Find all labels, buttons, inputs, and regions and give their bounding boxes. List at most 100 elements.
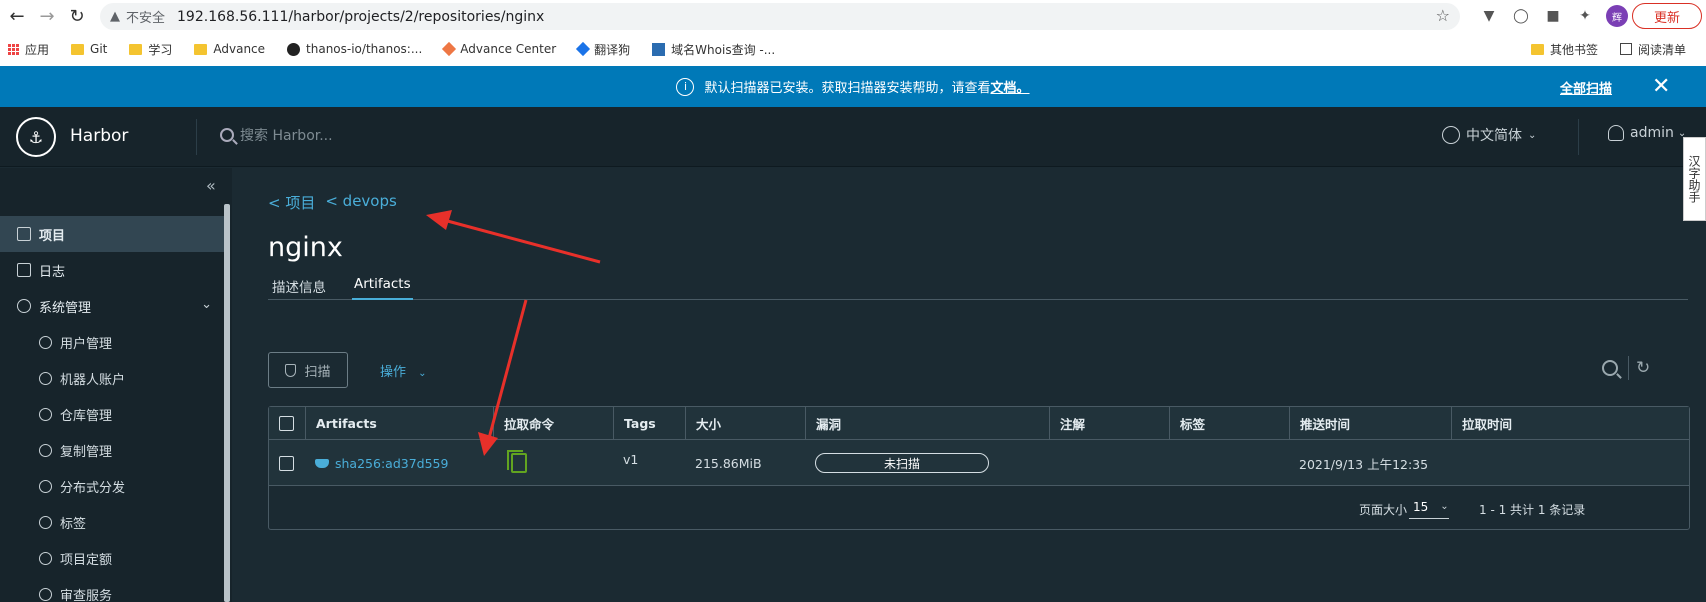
tab-artifacts[interactable]: Artifacts xyxy=(352,276,413,300)
advance-center-icon xyxy=(442,41,457,57)
profile-avatar[interactable]: 辉 xyxy=(1606,5,1628,27)
extension-icons: ▼ ◯ ■ ✦ 辉 xyxy=(1478,5,1628,27)
breadcrumb-devops[interactable]: < devops xyxy=(325,192,396,213)
sidebar-item-registries[interactable]: 仓库管理 xyxy=(0,396,224,432)
row-checkbox[interactable] xyxy=(279,455,294,471)
column-header[interactable]: 注解 xyxy=(1049,407,1169,440)
search-icon[interactable] xyxy=(1602,360,1618,376)
tab-bar: 描述信息 Artifacts xyxy=(268,276,1688,300)
harbor-logo-icon[interactable]: ⚓ xyxy=(16,117,56,157)
column-header[interactable]: Tags xyxy=(613,407,685,440)
close-icon[interactable]: ✕ xyxy=(1652,74,1670,99)
global-search[interactable]: 搜索 Harbor... xyxy=(220,125,333,145)
extension-icon[interactable]: ◯ xyxy=(1510,5,1532,27)
row-select-cell xyxy=(269,440,305,486)
bookmark-apps[interactable]: 应用 xyxy=(8,41,49,58)
copy-icon[interactable] xyxy=(507,450,527,473)
column-header[interactable]: 漏洞 xyxy=(805,407,1049,440)
sidebar-item-distributions[interactable]: 分布式分发 xyxy=(0,468,224,504)
status-badge: 未扫描 xyxy=(815,453,989,473)
bookmark-reading-list[interactable]: 阅读清单 xyxy=(1619,41,1686,58)
select-all-checkbox[interactable] xyxy=(279,416,294,431)
sidebar-item-projects[interactable]: 项目 xyxy=(0,216,224,252)
breadcrumb-projects[interactable]: < 项目 xyxy=(268,192,315,213)
floating-side-tab[interactable]: 汉字助手 xyxy=(1683,137,1706,221)
shield-icon xyxy=(39,587,52,601)
pagination-summary: 1 - 1 共计 1 条记录 xyxy=(1479,503,1586,517)
users-icon xyxy=(39,335,52,349)
folder-icon xyxy=(1530,43,1544,55)
sidebar-item-labels[interactable]: 标签 xyxy=(0,504,224,540)
sidebar-item-replications[interactable]: 复制管理 xyxy=(0,432,224,468)
whois-icon xyxy=(652,42,666,56)
sidebar-item-interrogation[interactable]: 审查服务 xyxy=(0,576,224,602)
docker-icon xyxy=(315,458,329,468)
sidebar-item-users[interactable]: 用户管理 xyxy=(0,324,224,360)
scan-button[interactable]: 扫描 xyxy=(268,352,348,388)
apps-grid-icon xyxy=(8,43,19,55)
banner-docs-link[interactable]: 文档。 xyxy=(991,77,1030,96)
logs-icon xyxy=(17,263,31,277)
bookmark-study[interactable]: 学习 xyxy=(129,41,172,58)
scanner-info-banner: i 默认扫描器已安装。获取扫描器安装帮助，请查看 文档。 全部扫描 ✕ xyxy=(0,66,1706,107)
vue-devtools-icon[interactable]: ▼ xyxy=(1478,5,1500,27)
bookmark-thanos[interactable]: thanos-io/thanos:... xyxy=(287,42,422,56)
language-selector[interactable]: 中文简体 ⌄ xyxy=(1442,125,1536,145)
brand-name[interactable]: Harbor xyxy=(70,126,128,146)
sidebar-item-quotas[interactable]: 项目定额 xyxy=(0,540,224,576)
shield-icon xyxy=(285,363,297,377)
reload-icon[interactable]: ↻ xyxy=(64,4,90,30)
extension-icon[interactable]: ■ xyxy=(1542,5,1564,27)
bookmark-fanyigou[interactable]: 翻译狗 xyxy=(576,41,630,58)
sidebar-item-logs[interactable]: 日志 xyxy=(0,252,224,288)
breadcrumb: < 项目 < devops xyxy=(268,192,397,213)
admin-icon xyxy=(17,299,31,313)
user-icon xyxy=(1608,125,1624,141)
user-menu[interactable]: admin ⌄ xyxy=(1608,125,1686,141)
actions-dropdown[interactable]: 操作 ⌄ xyxy=(380,361,427,380)
bookmark-advance[interactable]: Advance xyxy=(194,42,265,56)
header-divider xyxy=(196,119,197,155)
artifact-cell: sha256:ad37d559 xyxy=(305,440,493,486)
bookmark-git[interactable]: Git xyxy=(71,42,107,56)
column-header[interactable]: 标签 xyxy=(1169,407,1289,440)
translate-icon xyxy=(576,41,591,57)
search-input[interactable]: 搜索 Harbor... xyxy=(240,125,333,145)
refresh-icon[interactable]: ↻ xyxy=(1636,358,1650,378)
info-icon: i xyxy=(676,77,695,96)
scan-all-link[interactable]: 全部扫描 xyxy=(1560,78,1612,97)
page-title: nginx xyxy=(268,232,343,263)
page-size-label: 页面大小 xyxy=(1359,503,1408,517)
column-header[interactable]: 拉取命令 xyxy=(493,407,613,440)
page-size-select[interactable]: 15 ⌄ xyxy=(1409,495,1449,519)
omnibox[interactable]: ▲ 不安全 192.168.56.111/harbor/projects/2/r… xyxy=(100,3,1460,30)
back-arrow-icon[interactable]: ← xyxy=(4,4,30,30)
sidebar-item-robot-accounts[interactable]: 机器人账户 xyxy=(0,360,224,396)
artifact-digest-link[interactable]: sha256:ad37d559 xyxy=(335,456,448,471)
column-header[interactable]: 大小 xyxy=(685,407,805,440)
grid-header: Artifacts 拉取命令 Tags 大小 漏洞 注解 标签 推送时间 拉取时… xyxy=(269,407,1689,440)
bookmark-star-icon[interactable]: ☆ xyxy=(1436,6,1450,25)
column-header[interactable]: 拉取时间 xyxy=(1451,407,1689,440)
main-content: < 项目 < devops nginx 描述信息 Artifacts 扫描 操作… xyxy=(232,168,1706,602)
toolbar-divider xyxy=(1628,356,1629,380)
pull-command-cell xyxy=(493,440,613,486)
bookmark-advance-center[interactable]: Advance Center xyxy=(442,41,556,57)
update-button[interactable]: 更新 xyxy=(1632,3,1702,29)
table-row[interactable]: sha256:ad37d559 v1 215.86MiB 未扫描 2021/9/… xyxy=(269,440,1689,486)
puzzle-icon[interactable]: ✦ xyxy=(1574,5,1596,27)
url-text[interactable]: 192.168.56.111/harbor/projects/2/reposit… xyxy=(177,9,544,25)
address-bar-row: ← → ↻ ▲ 不安全 192.168.56.111/harbor/projec… xyxy=(0,0,1706,33)
chevron-down-icon: ⌄ xyxy=(201,297,212,312)
collapse-sidebar-icon[interactable]: « xyxy=(206,176,216,195)
sidebar-item-administration[interactable]: 系统管理 ⌄ xyxy=(0,288,224,324)
bookmark-whois[interactable]: 域名Whois查询 -... xyxy=(652,41,775,58)
tab-info[interactable]: 描述信息 xyxy=(272,276,326,300)
forward-arrow-icon[interactable]: → xyxy=(34,4,60,30)
insecure-label: 不安全 xyxy=(126,11,166,26)
projects-icon xyxy=(17,227,31,241)
column-header[interactable]: 推送时间 xyxy=(1289,407,1451,440)
bookmark-other[interactable]: 其他书签 xyxy=(1530,41,1598,58)
sidebar-scrollbar[interactable] xyxy=(224,204,230,602)
column-header[interactable]: Artifacts xyxy=(305,407,493,440)
